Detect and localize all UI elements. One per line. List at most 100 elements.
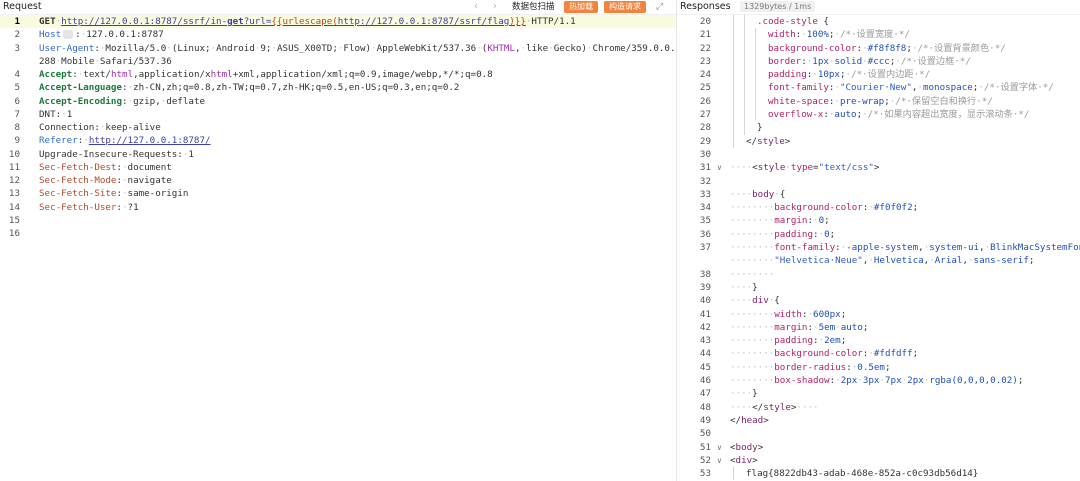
line-number: 37 (699, 242, 711, 254)
fold-chevron-icon[interactable]: ∨ (717, 454, 722, 467)
response-line: 46 ········box-shadow:·2px·3px·7px·2px·rg… (677, 374, 1080, 387)
line-number: 38 (699, 268, 711, 280)
response-line: 51 ∨ <body> (677, 441, 1080, 454)
response-line: 21 width:·100%;·/*·设置宽度·*/ (677, 28, 1080, 42)
line-code: .code-style { (757, 16, 829, 27)
line-number: 7 (14, 108, 20, 120)
request-line[interactable]: 11 Sec-Fetch-Dest:·document (0, 161, 676, 174)
line-code: border:·1px·solid·#ccc;·/*·设置边框·*/ (768, 55, 971, 67)
indent-guide (755, 54, 756, 69)
request-line[interactable]: 12 Sec-Fetch-Mode:·navigate (0, 174, 676, 187)
line-code: Upgrade-Insecure-Requests:·1 (39, 148, 194, 160)
line-number: 27 (699, 109, 711, 121)
line-number: 40 (699, 295, 711, 307)
response-line: 22 background-color:·#f8f8f8;·/*·设置背景颜色·*… (677, 41, 1080, 55)
packet-scan-button[interactable]: 数据包扫描 (512, 0, 555, 14)
line-number: 1 (14, 16, 20, 27)
response-line: 32 (677, 175, 1080, 188)
line-code: Sec-Fetch-Mode:·navigate (39, 175, 172, 186)
response-line: 33 ····body·{ (677, 188, 1080, 201)
response-line: 52 ∨ <div> (677, 454, 1080, 467)
line-number: 52 (699, 454, 711, 466)
line-number: 12 (8, 175, 20, 186)
line-code: User-Agent:·Mozilla/5.0·(Linux;·Android·… (39, 42, 676, 54)
request-line[interactable]: 13 Sec-Fetch-Site:·same-origin (0, 187, 676, 200)
response-editor[interactable]: 20 .code-style {21 width:·100%;·/*·设置宽度·*/… (677, 15, 1080, 481)
request-line[interactable]: 4 Accept:·text/html,application/xhtml+xml… (0, 68, 676, 81)
indent-guide (744, 121, 745, 135)
request-line[interactable]: 3 User-Agent:·Mozilla/5.0·(Linux;·Android… (0, 42, 676, 55)
request-line[interactable]: 5 Accept-Language:·zh-CN,zh;q=0.8,zh-TW;q… (0, 81, 676, 94)
line-number: 53 (699, 468, 711, 480)
fold-chevron-icon[interactable]: ∨ (717, 441, 722, 454)
line-number: 15 (8, 214, 20, 226)
request-line[interactable]: 7 DNT:·1 (0, 108, 676, 121)
line-number: 48 (699, 401, 711, 413)
indent-guide (744, 108, 745, 122)
expand-icon[interactable]: ⤢ (656, 0, 663, 14)
request-line[interactable]: 1 GET·http://127.0.0.1:8787/ssrf/in-get?u… (0, 15, 676, 29)
fold-chevron-icon[interactable]: ∨ (717, 161, 722, 174)
line-code: ········"Helvetica·Neue",·Helvetica,·Ari… (730, 255, 1035, 267)
request-line[interactable]: 16 (0, 227, 676, 240)
line-number: 6 (14, 95, 20, 107)
line-number: 3 (14, 42, 20, 54)
response-line: 23 border:·1px·solid·#ccc;·/*·设置边框·*/ (677, 54, 1080, 69)
line-code: flag{8822db43-adab-468e-852a-c0c93db56d1… (746, 468, 979, 480)
line-number: 20 (699, 16, 711, 27)
response-line: 45 ········border-radius:·0.5em; (677, 361, 1080, 374)
line-number: 32 (699, 175, 711, 187)
response-line: 36 ········padding:·0; (677, 228, 1080, 241)
line-code: </head> (730, 414, 769, 426)
line-code: </style> (746, 135, 791, 147)
response-line: 48 ····</style>···· (677, 401, 1080, 414)
line-code: overflow-x:·auto;·/*·如果内容超出宽度，显示滚动条·*/ (768, 109, 1030, 121)
back-arrow-icon[interactable]: ‹ (474, 0, 478, 14)
request-pane: Request ‹ › 数据包扫描 热加载 构造请求 ⤢ 1 GET·http:/… (0, 0, 676, 481)
request-line[interactable]: 2 Host:·127.0.0.1:8787 (0, 28, 676, 41)
indent-guide (744, 41, 745, 55)
line-code: } (757, 122, 763, 134)
response-line: 25 font-family:·"Courier·New",·monospace;… (677, 81, 1080, 95)
response-line: 31 ∨ ····<style·type="text/css"> (677, 161, 1080, 174)
response-line: 50 (677, 427, 1080, 440)
response-line: ········"Helvetica·Neue",·Helvetica,·Ari… (677, 254, 1080, 267)
line-number: 31 (699, 162, 711, 174)
line-code: white-space:·pre-wrap;·/*·保留空白和换行·*/ (768, 95, 993, 107)
line-number: 39 (699, 281, 711, 293)
line-number: 50 (699, 428, 711, 440)
indent-guide (733, 467, 734, 481)
request-editor[interactable]: 1 GET·http://127.0.0.1:8787/ssrf/in-get?u… (0, 15, 676, 481)
indent-guide (755, 28, 756, 42)
response-line: 37 ········font-family:·-apple-system,·sy… (677, 241, 1080, 254)
request-line[interactable]: 6 Accept-Encoding:·gzip,·deflate (0, 95, 676, 108)
request-line[interactable]: 9 Referer:·http://127.0.0.1:8787/ (0, 134, 676, 147)
indent-guide (755, 108, 756, 122)
line-number: 10 (8, 148, 20, 160)
build-request-button[interactable]: 构造请求 (604, 1, 646, 13)
response-line: 44 ········background-color:·#fdfdff; (677, 347, 1080, 360)
line-code: ····} (730, 281, 758, 293)
line-number: 16 (8, 228, 20, 239)
request-line[interactable]: 8 Connection:·keep-alive (0, 121, 676, 134)
forward-arrow-icon[interactable]: › (493, 0, 497, 14)
response-pane: Responses 1329bytes / 1ms 20 .code-style … (677, 0, 1080, 481)
request-line[interactable]: 288·Mobile·Safari/537.36 (0, 55, 676, 68)
request-line[interactable]: 10 Upgrade-Insecure-Requests:·1 (0, 148, 676, 161)
line-number: 42 (699, 321, 711, 333)
line-number: 22 (699, 42, 711, 54)
line-number: 43 (699, 335, 711, 347)
line-number: 34 (699, 202, 711, 214)
line-number: 11 (8, 161, 20, 173)
line-number: 5 (14, 82, 20, 94)
request-line[interactable]: 14 Sec-Fetch-User:·?1 (0, 201, 676, 214)
line-code: ····div·{ (730, 295, 780, 307)
line-number: 41 (699, 308, 711, 320)
hot-load-button[interactable]: 热加载 (564, 1, 598, 13)
line-code: ········background-color:·#f0f0f2; (730, 202, 919, 214)
request-line[interactable]: 15 (0, 214, 676, 227)
line-number: 45 (699, 361, 711, 373)
line-code: ········padding:·0; (730, 228, 836, 240)
response-line: 29 </style> (677, 134, 1080, 148)
response-line: 40 ····div·{ (677, 294, 1080, 307)
